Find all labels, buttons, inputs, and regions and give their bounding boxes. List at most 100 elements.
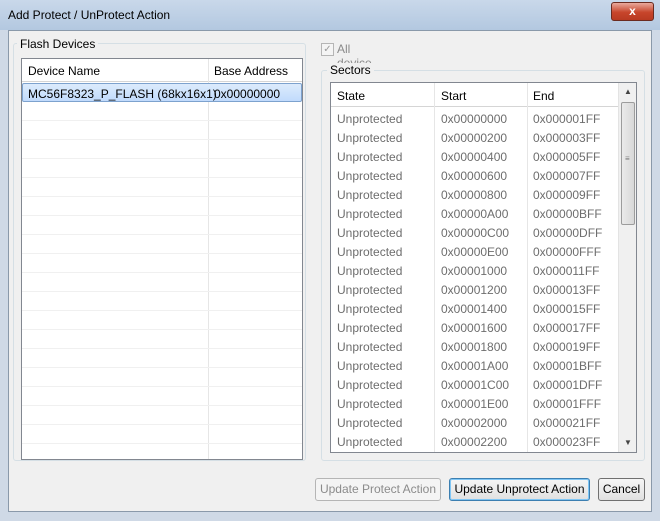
column-header-base-address[interactable]: Base Address	[214, 64, 288, 78]
column-header-state[interactable]: State	[337, 89, 365, 103]
sector-start-cell: 0x00002200	[441, 435, 508, 449]
sector-end-cell: 0x00001BFF	[533, 359, 602, 373]
table-row	[22, 121, 302, 140]
table-row[interactable]: Unprotected 0x00000A00 0x00000BFF	[331, 204, 619, 223]
table-row	[22, 159, 302, 178]
table-row	[22, 197, 302, 216]
chevron-down-icon[interactable]: ▼	[623, 438, 633, 448]
dialog-body: Flash Devices Device Name Base Address M…	[8, 30, 652, 512]
sector-start-cell: 0x00000400	[441, 150, 508, 164]
sector-state-cell: Unprotected	[337, 226, 403, 240]
sector-state-cell: Unprotected	[337, 169, 403, 183]
sector-end-cell: 0x00001FFF	[533, 397, 602, 411]
sectors-table[interactable]: State Start End Unprotected 0x00000000 0x0…	[330, 82, 637, 453]
table-row[interactable]: Unprotected 0x00000000 0x000001FF	[331, 109, 619, 128]
sector-start-cell: 0x00001800	[441, 340, 508, 354]
sector-start-cell: 0x00000200	[441, 131, 508, 145]
sector-start-cell: 0x00000A00	[441, 207, 509, 221]
column-header-device-name[interactable]: Device Name	[28, 64, 100, 78]
table-row	[22, 387, 302, 406]
table-row[interactable]: Unprotected 0x00001C00 0x00001DFF	[331, 375, 619, 394]
sector-start-cell: 0x00001E00	[441, 397, 509, 411]
sector-state-cell: Unprotected	[337, 321, 403, 335]
table-row	[22, 368, 302, 387]
table-row[interactable]: Unprotected 0x00000E00 0x00000FFF	[331, 242, 619, 261]
table-row[interactable]: Unprotected 0x00000200 0x000003FF	[331, 128, 619, 147]
table-row	[22, 102, 302, 121]
table-row	[22, 406, 302, 425]
grip-icon: ≡	[625, 154, 630, 163]
sector-start-cell: 0x00002000	[441, 416, 508, 430]
close-button[interactable]: x	[611, 2, 654, 21]
sector-end-cell: 0x00000FFF	[533, 245, 602, 259]
sector-end-cell: 0x000003FF	[533, 131, 601, 145]
sector-start-cell: 0x00001200	[441, 283, 508, 297]
sector-state-cell: Unprotected	[337, 264, 403, 278]
sector-state-cell: Unprotected	[337, 112, 403, 126]
table-row	[22, 292, 302, 311]
sector-end-cell: 0x00000DFF	[533, 226, 603, 240]
sector-end-cell: 0x000021FF	[533, 416, 601, 430]
vertical-scrollbar[interactable]: ▲ ≡ ▼	[618, 83, 636, 452]
column-header-start[interactable]: Start	[441, 89, 466, 103]
update-unprotect-action-button[interactable]: Update Unprotect Action	[449, 478, 590, 501]
sector-start-cell: 0x00000C00	[441, 226, 510, 240]
sector-start-cell: 0x00001000	[441, 264, 508, 278]
scrollbar-thumb[interactable]: ≡	[621, 102, 635, 225]
chevron-up-icon[interactable]: ▲	[623, 87, 633, 97]
table-row[interactable]: Unprotected 0x00001400 0x000015FF	[331, 299, 619, 318]
flash-devices-table[interactable]: Device Name Base Address MC56F8323_P_FLA…	[21, 58, 303, 460]
sector-end-cell: 0x00000BFF	[533, 207, 602, 221]
sector-end-cell: 0x000001FF	[533, 112, 601, 126]
sector-state-cell: Unprotected	[337, 245, 403, 259]
sector-state-cell: Unprotected	[337, 283, 403, 297]
checkbox-icon: ✓	[321, 43, 334, 56]
table-row	[22, 178, 302, 197]
sector-state-cell: Unprotected	[337, 131, 403, 145]
table-row[interactable]: Unprotected 0x00001600 0x000017FF	[331, 318, 619, 337]
sector-start-cell: 0x00000800	[441, 188, 508, 202]
table-row[interactable]: Unprotected 0x00000800 0x000009FF	[331, 185, 619, 204]
sector-start-cell: 0x00001C00	[441, 378, 510, 392]
sector-end-cell: 0x000019FF	[533, 340, 601, 354]
table-row[interactable]: Unprotected 0x00000400 0x000005FF	[331, 147, 619, 166]
sector-end-cell: 0x00001DFF	[533, 378, 603, 392]
table-row[interactable]: Unprotected 0x00000C00 0x00000DFF	[331, 223, 619, 242]
sector-start-cell: 0x00001600	[441, 321, 508, 335]
column-header-end[interactable]: End	[533, 89, 554, 103]
table-row[interactable]: Unprotected 0x00002000 0x000021FF	[331, 413, 619, 432]
sector-start-cell: 0x00001A00	[441, 359, 509, 373]
table-row	[22, 330, 302, 349]
sector-end-cell: 0x000015FF	[533, 302, 601, 316]
sector-end-cell: 0x000005FF	[533, 150, 601, 164]
sector-start-cell: 0x00000600	[441, 169, 508, 183]
table-row	[22, 349, 302, 368]
device-name-cell: MC56F8323_P_FLASH (68kx16x1)	[28, 87, 217, 101]
sector-state-cell: Unprotected	[337, 302, 403, 316]
table-row[interactable]: Unprotected 0x00002200 0x000023FF	[331, 432, 619, 451]
table-row	[22, 235, 302, 254]
table-row	[22, 216, 302, 235]
table-row[interactable]: Unprotected 0x00000600 0x000007FF	[331, 166, 619, 185]
table-header: Device Name Base Address	[22, 59, 302, 82]
sector-state-cell: Unprotected	[337, 378, 403, 392]
table-row[interactable]: Unprotected 0x00001000 0x000011FF	[331, 261, 619, 280]
table-row[interactable]: Unprotected 0x00001200 0x000013FF	[331, 280, 619, 299]
sector-state-cell: Unprotected	[337, 416, 403, 430]
sector-state-cell: Unprotected	[337, 435, 403, 449]
window-title: Add Protect / UnProtect Action	[8, 8, 171, 22]
table-row	[22, 311, 302, 330]
base-address-cell: 0x00000000	[214, 87, 281, 101]
table-row	[22, 425, 302, 444]
table-row[interactable]: MC56F8323_P_FLASH (68kx16x1) 0x00000000	[22, 83, 302, 102]
flash-devices-label: Flash Devices	[17, 37, 99, 51]
update-protect-action-button[interactable]: Update Protect Action	[315, 478, 441, 501]
table-row	[22, 444, 302, 459]
cancel-button[interactable]: Cancel	[598, 478, 645, 501]
sector-state-cell: Unprotected	[337, 207, 403, 221]
sector-end-cell: 0x000011FF	[533, 264, 600, 278]
table-row[interactable]: Unprotected 0x00001800 0x000019FF	[331, 337, 619, 356]
table-row[interactable]: Unprotected 0x00001E00 0x00001FFF	[331, 394, 619, 413]
sector-end-cell: 0x000017FF	[533, 321, 601, 335]
table-row[interactable]: Unprotected 0x00001A00 0x00001BFF	[331, 356, 619, 375]
